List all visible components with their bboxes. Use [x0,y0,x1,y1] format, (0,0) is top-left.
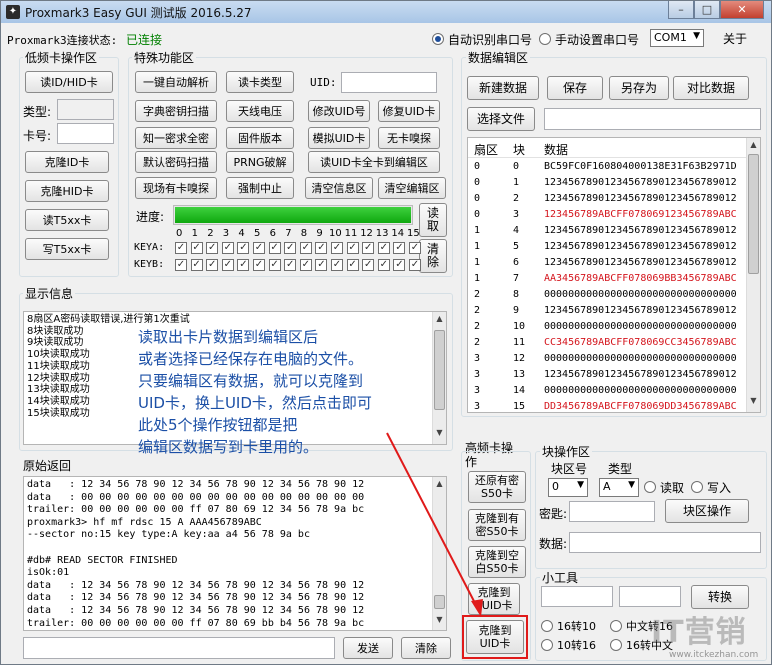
annotation-arrow [386,432,483,617]
main-window: ✦ Proxmark3 Easy GUI 测试版 2016.5.27 – □ ✕… [0,0,772,665]
watermark-logo: IT营销 [651,615,747,650]
watermark-url: www.itckezhan.com [669,650,759,660]
